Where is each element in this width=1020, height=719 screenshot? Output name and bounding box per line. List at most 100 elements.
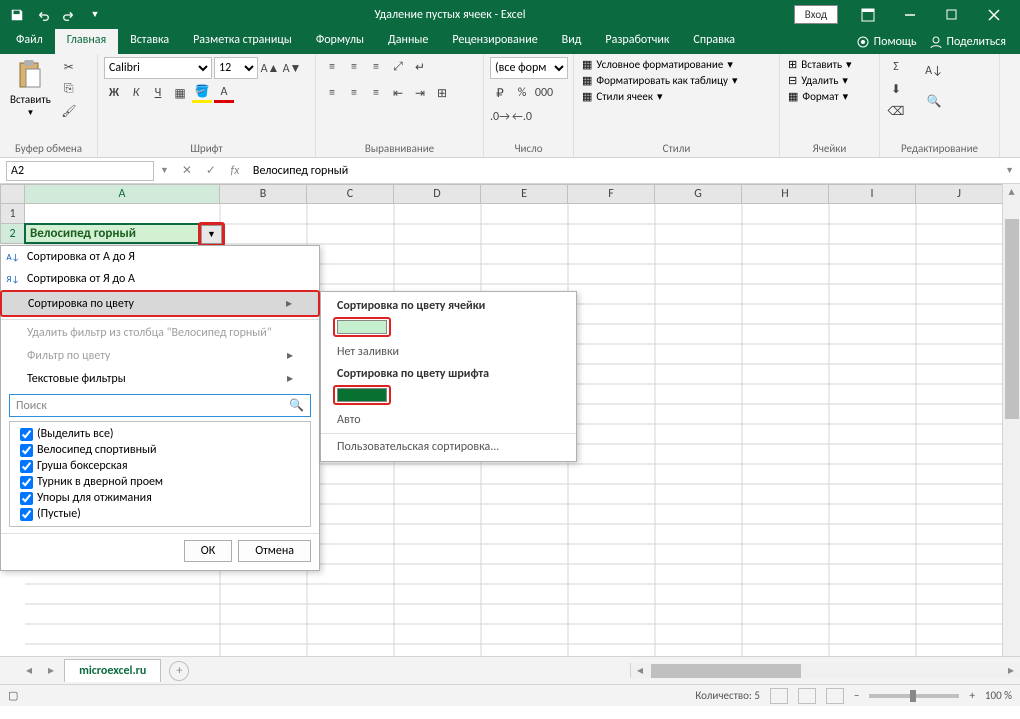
maximize-icon[interactable]: [932, 0, 972, 29]
login-button[interactable]: Вход: [794, 5, 838, 24]
row-header-2[interactable]: 2: [0, 224, 25, 244]
formula-input[interactable]: Велосипед горный: [247, 162, 1005, 180]
decrease-decimal-icon[interactable]: ←.0: [512, 107, 532, 127]
paste-button[interactable]: Вставить ▼: [6, 57, 55, 120]
check-item[interactable]: Велосипед спортивный: [14, 442, 306, 458]
insert-cells-button[interactable]: ⊞Вставить ▾: [786, 57, 854, 72]
check-item[interactable]: Груша боксерская: [14, 458, 306, 474]
ribbon-options-icon[interactable]: [848, 0, 888, 29]
check-item-blanks[interactable]: (Пустые): [14, 506, 306, 522]
sheet-nav-prev-icon[interactable]: ◂: [20, 663, 38, 678]
cell-styles-button[interactable]: ▦Стили ячеек ▾: [580, 89, 739, 104]
font-color-option-darkgreen[interactable]: [337, 388, 387, 402]
sort-az-item[interactable]: A↓Сортировка от А до Я: [1, 246, 319, 268]
scrollbar-thumb[interactable]: [651, 664, 801, 678]
cell-color-option-lightgreen[interactable]: [337, 320, 387, 334]
save-icon[interactable]: [6, 4, 28, 26]
zoom-level[interactable]: 100 %: [985, 689, 1012, 702]
select-all-corner[interactable]: [0, 184, 25, 204]
sheet-tab-active[interactable]: microexcel.ru: [64, 659, 161, 682]
align-bottom-icon[interactable]: ≡: [366, 57, 386, 77]
merge-icon[interactable]: ⊞: [432, 83, 452, 103]
orientation-icon[interactable]: ⤢: [388, 57, 408, 77]
name-box[interactable]: [6, 161, 154, 181]
format-cells-button[interactable]: ▦Формат ▾: [786, 89, 854, 104]
page-layout-view-icon[interactable]: [798, 688, 816, 704]
text-filters-item[interactable]: Текстовые фильтры▸: [1, 367, 319, 390]
col-header-A[interactable]: A: [25, 184, 220, 204]
filter-dropdown-button[interactable]: ▼: [201, 225, 222, 244]
check-item[interactable]: Турник в дверной проем: [14, 474, 306, 490]
sort-za-item[interactable]: Я↓Сортировка от Я до А: [1, 268, 319, 290]
increase-indent-icon[interactable]: ⇥: [410, 83, 430, 103]
col-header-H[interactable]: H: [742, 184, 829, 204]
align-right-icon[interactable]: ≡: [366, 83, 386, 103]
ok-button[interactable]: ОК: [184, 540, 232, 562]
cancel-button[interactable]: Отмена: [238, 540, 311, 562]
qat-customize-icon[interactable]: ▼: [84, 4, 106, 26]
tab-file[interactable]: Файл: [4, 29, 55, 54]
increase-font-icon[interactable]: A▲: [260, 58, 280, 78]
currency-icon[interactable]: ₽: [490, 83, 510, 103]
font-size-combo[interactable]: 12: [214, 57, 258, 79]
row-header-1[interactable]: 1: [0, 204, 25, 224]
fill-icon[interactable]: ⬇: [886, 79, 906, 99]
check-item-all[interactable]: (Выделить все): [14, 426, 306, 442]
enter-formula-icon[interactable]: ✓: [199, 161, 223, 181]
cancel-formula-icon[interactable]: ✕: [175, 161, 199, 181]
font-color-icon[interactable]: A: [214, 83, 234, 103]
zoom-in-button[interactable]: +: [969, 689, 974, 702]
col-header-D[interactable]: D: [394, 184, 481, 204]
normal-view-icon[interactable]: [770, 688, 788, 704]
page-break-view-icon[interactable]: [826, 688, 844, 704]
tab-review[interactable]: Рецензирование: [440, 29, 549, 54]
col-header-J[interactable]: J: [916, 184, 1003, 204]
tab-developer[interactable]: Разработчик: [593, 29, 681, 54]
zoom-slider[interactable]: [869, 694, 959, 698]
auto-color-option[interactable]: Авто: [321, 409, 576, 431]
tab-formulas[interactable]: Формулы: [304, 29, 376, 54]
check-item[interactable]: Упоры для отжимания: [14, 490, 306, 506]
active-cell-A2[interactable]: Велосипед горный: [24, 223, 220, 244]
conditional-formatting-button[interactable]: ▦Условное форматирование ▾: [580, 57, 739, 72]
italic-button[interactable]: К: [126, 83, 146, 103]
align-middle-icon[interactable]: ≡: [344, 57, 364, 77]
horizontal-scrollbar[interactable]: ◂ ▸: [630, 663, 1020, 678]
bold-button[interactable]: Ж: [104, 83, 124, 103]
col-header-E[interactable]: E: [481, 184, 568, 204]
delete-cells-button[interactable]: ⊟Удалить ▾: [786, 73, 854, 88]
sort-filter-icon[interactable]: A↓: [920, 57, 948, 85]
fx-icon[interactable]: fx: [223, 161, 247, 181]
scroll-left-icon[interactable]: ◂: [631, 663, 649, 678]
scrollbar-thumb[interactable]: [1005, 219, 1019, 419]
tab-home[interactable]: Главная: [55, 29, 118, 54]
decrease-indent-icon[interactable]: ⇤: [388, 83, 408, 103]
align-top-icon[interactable]: ≡: [322, 57, 342, 77]
tab-page-layout[interactable]: Разметка страницы: [181, 29, 304, 54]
add-sheet-button[interactable]: +: [169, 661, 189, 681]
vertical-scrollbar[interactable]: ▴: [1002, 184, 1020, 656]
undo-icon[interactable]: [32, 4, 54, 26]
minimize-icon[interactable]: [890, 0, 930, 29]
borders-icon[interactable]: ▦: [170, 83, 190, 103]
close-icon[interactable]: [974, 0, 1014, 29]
cut-icon[interactable]: ✂: [59, 57, 79, 77]
number-format-combo[interactable]: (все форм: [490, 57, 568, 79]
zoom-handle[interactable]: [910, 690, 916, 702]
decrease-font-icon[interactable]: A▼: [282, 58, 302, 78]
col-header-B[interactable]: B: [220, 184, 307, 204]
share-button[interactable]: Поделиться: [923, 35, 1012, 49]
format-as-table-button[interactable]: ▦Форматировать как таблицу ▾: [580, 73, 739, 88]
format-painter-icon[interactable]: 🖌: [59, 101, 79, 121]
filter-by-color-item[interactable]: Фильтр по цвету▸: [1, 344, 319, 367]
increase-decimal-icon[interactable]: .0→: [490, 107, 510, 127]
align-left-icon[interactable]: ≡: [322, 83, 342, 103]
no-fill-option[interactable]: Нет заливки: [321, 341, 576, 363]
scroll-right-icon[interactable]: ▸: [1002, 663, 1020, 678]
wrap-text-icon[interactable]: ↵: [410, 57, 430, 77]
sheet-nav-next-icon[interactable]: ▸: [42, 663, 60, 678]
zoom-out-button[interactable]: −: [854, 689, 859, 702]
sort-by-color-item[interactable]: Сортировка по цвету▸: [0, 290, 320, 317]
filter-search-input[interactable]: Поиск🔍: [9, 394, 311, 417]
fill-color-icon[interactable]: 🪣: [192, 83, 212, 103]
